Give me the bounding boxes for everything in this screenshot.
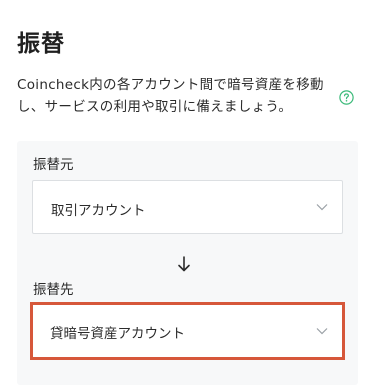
- from-account-select[interactable]: 取引アカウント: [32, 180, 343, 234]
- to-account-select[interactable]: 貸暗号資産アカウント: [30, 302, 345, 360]
- from-account-value: 取引アカウント: [51, 203, 146, 219]
- chevron-down-icon: [316, 204, 328, 211]
- chevron-down-icon: [316, 328, 328, 335]
- from-label: 振替元: [33, 157, 74, 173]
- question-circle-icon[interactable]: [339, 90, 354, 105]
- to-account-value: 貸暗号資産アカウント: [50, 326, 185, 342]
- page-description: Coincheck内の各アカウント間で暗号資産を移動し、サービスの利用や取引に備…: [17, 77, 324, 115]
- transfer-page: 振替 Coincheck内の各アカウント間で暗号資産を移動し、サービスの利用や取…: [0, 0, 375, 385]
- to-label: 振替先: [33, 282, 74, 298]
- page-title: 振替: [17, 31, 65, 57]
- arrow-down-icon: [178, 256, 190, 272]
